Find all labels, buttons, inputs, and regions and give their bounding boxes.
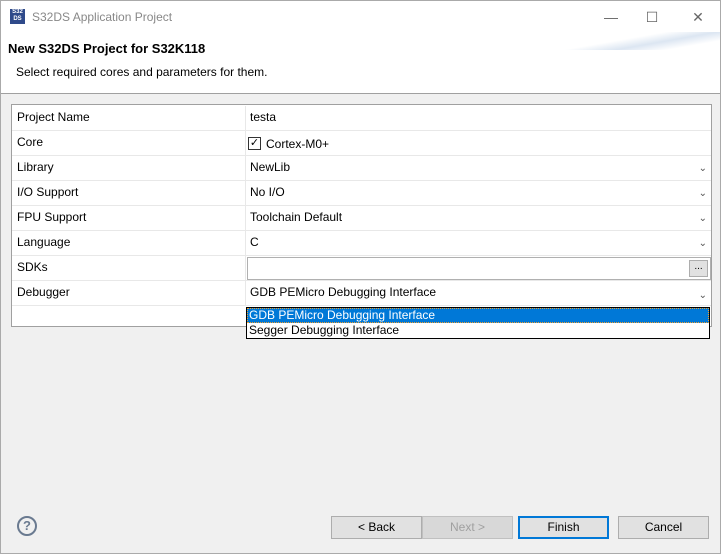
value: C bbox=[250, 235, 259, 249]
minimize-button[interactable]: — bbox=[601, 7, 621, 27]
label: Library bbox=[17, 160, 54, 174]
chevron-down-icon: ⌄ bbox=[698, 163, 707, 174]
label: FPU Support bbox=[17, 210, 87, 224]
chevron-down-icon: ⌄ bbox=[698, 238, 707, 249]
finish-button[interactable]: Finish bbox=[518, 516, 609, 539]
core-value: Cortex-M0+ bbox=[266, 137, 330, 151]
browse-sdks-button[interactable]: ... bbox=[689, 260, 708, 277]
value: No I/O bbox=[250, 185, 285, 199]
value: NewLib bbox=[250, 160, 291, 174]
row-project-name: Project Name testa bbox=[12, 106, 711, 131]
row-fpu-support: FPU Support Toolchain Default ⌄ bbox=[12, 206, 711, 231]
dropdown-option[interactable]: Segger Debugging Interface bbox=[247, 323, 709, 338]
close-button[interactable]: ✕ bbox=[688, 7, 708, 27]
chevron-down-icon: ⌄ bbox=[698, 213, 707, 224]
chevron-down-icon: ⌄ bbox=[698, 188, 707, 199]
page-subtitle: Select required cores and parameters for… bbox=[16, 65, 268, 79]
fpu-support-select[interactable]: Toolchain Default ⌄ bbox=[245, 206, 711, 231]
debugger-select[interactable]: GDB PEMicro Debugging Interface ⌄ bbox=[245, 281, 711, 306]
label: Language bbox=[17, 235, 71, 249]
label: Debugger bbox=[17, 285, 70, 299]
row-io-support: I/O Support No I/O ⌄ bbox=[12, 181, 711, 206]
row-sdks: SDKs ... bbox=[12, 256, 711, 281]
debugger-dropdown-list[interactable]: GDB PEMicro Debugging Interface Segger D… bbox=[246, 307, 710, 339]
label: I/O Support bbox=[17, 185, 79, 199]
next-button[interactable]: Next > bbox=[422, 516, 513, 539]
sdks-field[interactable]: ... bbox=[247, 257, 711, 280]
parameters-table: Project Name testa Core ✓ Cortex-M0+ Libr… bbox=[11, 104, 712, 327]
project-name-field[interactable]: testa bbox=[250, 110, 276, 124]
help-icon[interactable]: ? bbox=[17, 516, 37, 536]
value: GDB PEMicro Debugging Interface bbox=[250, 285, 437, 299]
maximize-button[interactable]: ☐ bbox=[642, 7, 662, 27]
page-title: New S32DS Project for S32K118 bbox=[8, 41, 206, 56]
dropdown-option[interactable]: GDB PEMicro Debugging Interface bbox=[247, 308, 709, 323]
title-bar: S32 DS S32DS Application Project — ☐ ✕ bbox=[0, 0, 721, 32]
label: SDKs bbox=[17, 260, 48, 274]
language-select[interactable]: C ⌄ bbox=[245, 231, 711, 256]
row-library: Library NewLib ⌄ bbox=[12, 156, 711, 181]
row-core: Core ✓ Cortex-M0+ bbox=[12, 131, 711, 156]
library-select[interactable]: NewLib ⌄ bbox=[245, 156, 711, 181]
chevron-down-icon: ⌄ bbox=[698, 290, 707, 301]
window-title: S32DS Application Project bbox=[32, 10, 173, 24]
label: Project Name bbox=[17, 110, 90, 124]
app-icon: S32 DS bbox=[10, 9, 25, 24]
io-support-select[interactable]: No I/O ⌄ bbox=[245, 181, 711, 206]
wizard-header: New S32DS Project for S32K118 Select req… bbox=[0, 32, 721, 94]
back-button[interactable]: < Back bbox=[331, 516, 422, 539]
row-language: Language C ⌄ bbox=[12, 231, 711, 256]
core-checkbox[interactable]: ✓ bbox=[248, 137, 261, 150]
cancel-button[interactable]: Cancel bbox=[618, 516, 709, 539]
row-debugger: Debugger GDB PEMicro Debugging Interface… bbox=[12, 281, 711, 306]
value: Toolchain Default bbox=[250, 210, 343, 224]
label: Core bbox=[17, 135, 44, 149]
